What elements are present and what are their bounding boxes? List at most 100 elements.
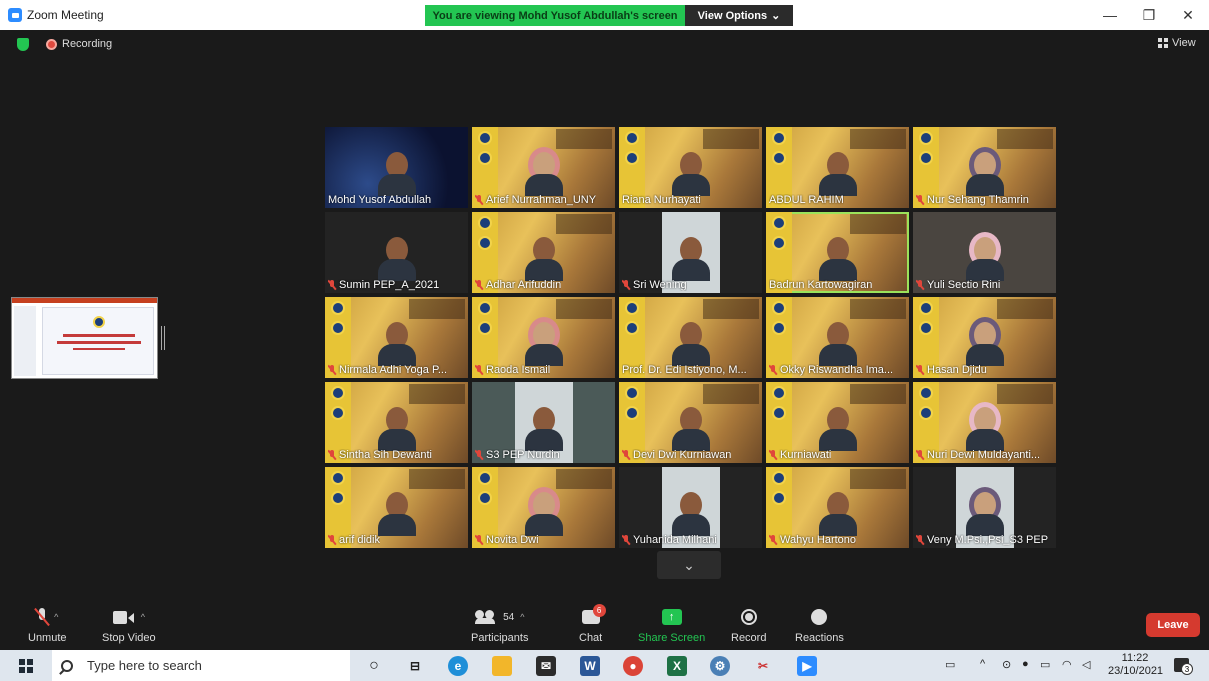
close-button[interactable]: ✕	[1178, 5, 1198, 25]
caret-up-icon[interactable]: ^	[141, 612, 145, 622]
record-button[interactable]: Record	[731, 605, 766, 644]
participant-tile[interactable]: Sintha Sih Dewanti	[325, 382, 468, 463]
security-shield-icon[interactable]	[17, 38, 29, 51]
participant-tile[interactable]: Sri Wening	[619, 212, 762, 293]
recording-label: Recording	[62, 38, 113, 50]
poster-banner	[556, 469, 612, 489]
participant-name-tag: S3 PEP Nurdin	[475, 449, 560, 461]
reactions-label: Reactions	[795, 632, 844, 644]
view-button[interactable]: View	[1158, 37, 1196, 49]
poster-logo	[919, 301, 933, 315]
participant-tile[interactable]: Riana Nurhayati	[619, 127, 762, 208]
edge-browser-icon[interactable]: e	[448, 656, 468, 676]
poster-logo	[478, 471, 492, 485]
windows-start-icon[interactable]	[19, 659, 33, 673]
participant-tile[interactable]: Veny M.Psi.,Psi_S3 PEP	[913, 467, 1056, 548]
file-explorer-icon[interactable]	[492, 656, 512, 676]
mail-icon[interactable]: ✉	[536, 656, 556, 676]
participant-tile[interactable]: Wahyu Hartono	[766, 467, 909, 548]
microphone-tray-icon[interactable]: ●	[1022, 658, 1029, 670]
cortana-icon[interactable]: ○	[364, 656, 384, 676]
participant-name-tag: ABDUL RAHIM	[769, 194, 844, 206]
participant-gallery: Mohd Yusof Abdullah Arief Nurrahman_UNY Ri…	[325, 127, 1056, 548]
thumbnail-slide-pane	[14, 306, 36, 376]
participant-tile[interactable]: Yuli Sectio Rini	[913, 212, 1056, 293]
poster-logo	[919, 321, 933, 335]
participant-tile[interactable]: Devi Dwi Kurniawan	[619, 382, 762, 463]
shared-screen-thumbnail[interactable]	[11, 297, 158, 379]
wifi-icon[interactable]: ◠	[1062, 658, 1072, 671]
participant-tile[interactable]: Kurniawati	[766, 382, 909, 463]
participant-video	[965, 152, 1004, 196]
stop-video-label: Stop Video	[102, 632, 156, 644]
zoom-taskbar-icon[interactable]: ▶	[797, 656, 817, 676]
participant-tile[interactable]: Nirmala Adhi Yoga P...	[325, 297, 468, 378]
participant-body	[524, 344, 563, 366]
reactions-button[interactable]: Reactions	[795, 605, 844, 644]
taskbar-clock[interactable]: 11:22 23/10/2021	[1108, 652, 1163, 678]
unmute-button[interactable]: ^ Unmute	[28, 605, 67, 644]
participant-video	[671, 237, 710, 281]
search-icon	[61, 659, 73, 672]
caret-up-icon[interactable]: ^	[54, 612, 58, 622]
chat-button[interactable]: 6 Chat	[579, 604, 606, 644]
participant-tile[interactable]: S3 PEP Nurdin	[472, 382, 615, 463]
participant-body	[671, 514, 710, 536]
poster-logo	[772, 236, 786, 250]
participant-tile[interactable]: Prof. Dr. Edi Istiyono, M...	[619, 297, 762, 378]
taskbar-search-box[interactable]: Type here to search	[52, 650, 350, 681]
battery-icon[interactable]: ▭	[1040, 658, 1050, 671]
participant-body	[671, 259, 710, 281]
participants-icon	[475, 610, 497, 624]
participant-tile[interactable]: Yuhanida Milhani	[619, 467, 762, 548]
participant-tile[interactable]: Nuri Dewi Muldayanti...	[913, 382, 1056, 463]
leave-button[interactable]: Leave	[1146, 613, 1200, 637]
poster-banner	[556, 129, 612, 149]
participant-tile[interactable]: Novita Dwi	[472, 467, 615, 548]
tablet-mode-icon[interactable]: ▭	[945, 658, 955, 671]
participant-tile[interactable]: arif didik	[325, 467, 468, 548]
mic-muted-icon	[475, 195, 483, 205]
gallery-next-page-button[interactable]: ⌄	[657, 551, 721, 579]
mic-muted-icon	[916, 365, 924, 375]
participant-tile[interactable]: Nur Sehang Thamrin	[913, 127, 1056, 208]
thumbnail-resize-handle[interactable]	[161, 326, 165, 350]
mic-muted-icon	[328, 280, 336, 290]
restore-button[interactable]: ❐	[1139, 5, 1159, 25]
university-logo	[93, 316, 105, 328]
onedrive-icon[interactable]: ⊙	[1002, 658, 1011, 671]
poster-logo	[625, 386, 639, 400]
participant-tile[interactable]: ABDUL RAHIM	[766, 127, 909, 208]
show-hidden-icons-chevron[interactable]: ^	[980, 658, 985, 670]
view-options-button[interactable]: View Options ⌄	[685, 5, 793, 26]
participant-video	[818, 407, 857, 451]
stop-video-button[interactable]: ^ Stop Video	[102, 605, 156, 644]
chrome-icon[interactable]: ●	[623, 656, 643, 676]
participants-button[interactable]: 54 ^ Participants	[471, 605, 528, 644]
poster-logo	[772, 131, 786, 145]
word-icon[interactable]: W	[580, 656, 600, 676]
share-screen-button[interactable]: ↑ Share Screen	[638, 605, 705, 644]
participant-tile[interactable]: Sumin PEP_A_2021	[325, 212, 468, 293]
participant-body	[377, 429, 416, 451]
snipping-tool-icon[interactable]: ✂	[753, 656, 773, 676]
participant-tile[interactable]: Okky Riswandha Ima...	[766, 297, 909, 378]
participant-tile[interactable]: Mohd Yusof Abdullah	[325, 127, 468, 208]
poster-logo	[772, 301, 786, 315]
mic-muted-icon	[328, 365, 336, 375]
poster-logo	[331, 406, 345, 420]
participant-name-tag: Prof. Dr. Edi Istiyono, M...	[622, 364, 747, 376]
participant-tile[interactable]: Raoda Ismail	[472, 297, 615, 378]
minimize-button[interactable]: —	[1100, 5, 1120, 25]
caret-up-icon[interactable]: ^	[520, 612, 524, 622]
excel-icon[interactable]: X	[667, 656, 687, 676]
task-view-icon[interactable]: ⊟	[405, 656, 425, 676]
participant-tile[interactable]: Hasan Djidu	[913, 297, 1056, 378]
participant-tile[interactable]: Arief Nurrahman_UNY	[472, 127, 615, 208]
participant-name: ABDUL RAHIM	[769, 194, 844, 206]
participant-tile[interactable]: Adhar Arifuddin	[472, 212, 615, 293]
control-panel-icon[interactable]: ⚙	[710, 656, 730, 676]
poster-banner	[997, 299, 1053, 319]
participant-tile[interactable]: Badrun Kartowagiran	[766, 212, 909, 293]
volume-icon[interactable]: ◁	[1082, 658, 1090, 671]
